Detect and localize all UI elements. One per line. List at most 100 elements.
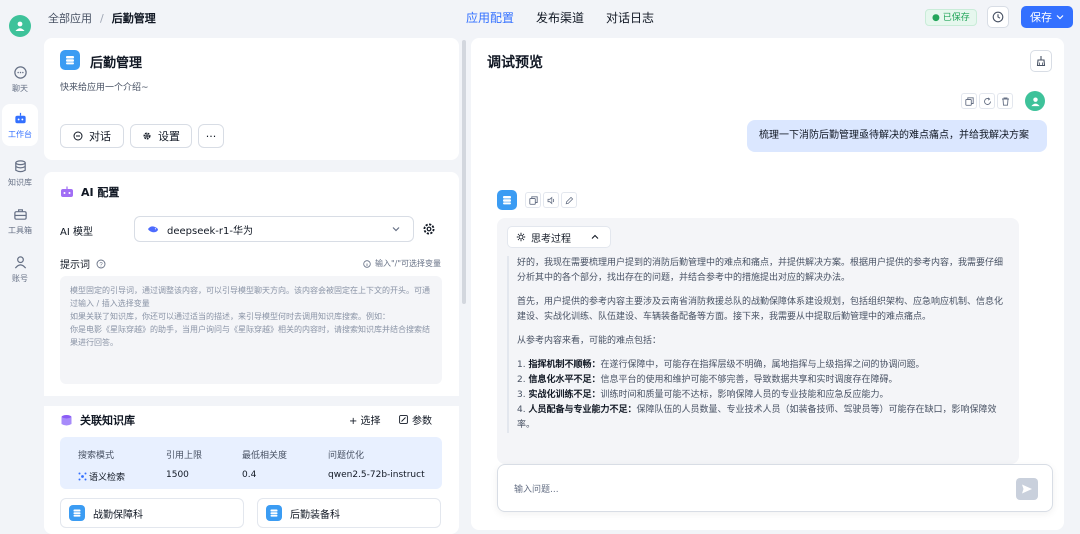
chat-button[interactable]: 对话 <box>60 124 124 148</box>
clear-chat-button[interactable] <box>1030 50 1052 72</box>
ai-config-title-text: AI 配置 <box>81 186 120 199</box>
think-paragraph: 从参考内容来看，可能的难点包括： <box>517 336 662 346</box>
app-intro[interactable]: 快来给应用一个介绍~ <box>60 80 149 93</box>
think-process-toggle[interactable]: 思考过程 <box>507 226 611 248</box>
list-item: 1. 指挥机制不顺畅：在遂行保障中，可能存在指挥层级不明确，属地指挥与上级指挥之… <box>517 360 925 370</box>
app-info-card: 后勤管理 快来给应用一个介绍~ 对话 设置 ··· <box>44 38 459 160</box>
save-button-label: 保存 <box>1030 11 1052 24</box>
edit-button[interactable] <box>561 192 577 208</box>
rail-item-label: 工具箱 <box>8 225 32 235</box>
kb-select-button[interactable]: + 选择 <box>349 412 381 427</box>
rail-item-chat[interactable]: 聊天 <box>2 58 38 100</box>
copy-button[interactable] <box>525 192 541 208</box>
delete-button[interactable] <box>997 93 1013 109</box>
more-button[interactable]: ··· <box>198 124 224 148</box>
person-icon <box>15 21 25 31</box>
dataset-item[interactable]: 战勤保障科 <box>60 498 244 528</box>
prompt-hint: 输入"/"可选择变量 <box>363 258 441 269</box>
chat-input[interactable]: 输入问题... <box>497 464 1053 512</box>
chat-button-label: 对话 <box>89 130 111 143</box>
dataset-icon <box>266 505 282 521</box>
rail-item-knowledge[interactable]: 知识库 <box>2 152 38 194</box>
save-button[interactable]: 保存 <box>1021 6 1073 28</box>
breadcrumb: 全部应用 / 后勤管理 <box>48 12 156 25</box>
tab-chat-log[interactable]: 对话日志 <box>606 9 654 29</box>
kb-value: 0.4 <box>242 470 257 480</box>
pencil-icon <box>565 196 573 204</box>
rail-item-account[interactable]: 账号 <box>2 248 38 290</box>
breadcrumb-root[interactable]: 全部应用 <box>48 12 92 25</box>
tab-app-config[interactable]: 应用配置 <box>466 9 514 29</box>
bot-answer: 思考过程 好的，我现在需要梳理用户提到的消防后勤管理中的难点和痛点，并提供解决方… <box>497 218 1019 464</box>
knowledge-base-title-text: 关联知识库 <box>80 414 135 427</box>
help-icon[interactable]: ? <box>96 259 106 269</box>
clock-icon <box>992 11 1004 23</box>
send-button[interactable] <box>1016 478 1038 500</box>
side-rail: 聊天 工作台 知识库 工具箱 账号 <box>0 0 40 534</box>
info-icon <box>363 259 371 268</box>
dataset-name: 后勤装备科 <box>290 509 340 521</box>
database-icon <box>61 414 72 425</box>
kb-search-params-table[interactable]: 搜索模式 引用上限 最低相关度 问题优化 语义检索 1500 0.4 qwen2… <box>60 437 442 489</box>
tab-publish-channel[interactable]: 发布渠道 <box>536 9 584 29</box>
chat-icon <box>13 65 27 79</box>
app-name: 后勤管理 <box>90 56 143 71</box>
database-icon <box>14 159 26 172</box>
rail-item-toolbox[interactable]: 工具箱 <box>2 200 38 242</box>
dataset-item[interactable]: 后勤装备科 <box>257 498 441 528</box>
rail-item-workbench[interactable]: 工作台 <box>2 104 38 146</box>
breadcrumb-current: 后勤管理 <box>111 12 156 25</box>
deepseek-whale-icon <box>148 226 158 233</box>
kb-header: 最低相关度 <box>242 451 288 461</box>
prompt-hint-text: 输入"/"可选择变量 <box>375 259 442 268</box>
kb-params-label: 参数 <box>412 416 432 427</box>
think-label: 思考过程 <box>531 233 571 245</box>
saved-status-badge: ● 已保存 <box>925 9 977 26</box>
user-avatar <box>1025 91 1045 111</box>
ai-config-panel: AI 配置 AI 模型 deepseek-r1-华为 提示词 ? 输入"/"可选… <box>44 172 459 534</box>
copy-button[interactable] <box>961 93 977 109</box>
app-icon <box>60 50 80 70</box>
bot-avatar <box>497 190 517 210</box>
settings-button[interactable]: 设置 <box>130 124 192 148</box>
prompt-label: 提示词 <box>60 260 90 271</box>
kb-header: 问题优化 <box>328 451 365 461</box>
app-database-icon <box>66 56 74 65</box>
rail-item-label: 知识库 <box>8 177 32 187</box>
trash-icon <box>1001 97 1009 106</box>
copy-icon <box>528 195 538 205</box>
send-icon <box>1022 484 1032 494</box>
kb-params-button[interactable]: 参数 <box>399 412 432 427</box>
history-button[interactable] <box>987 6 1009 28</box>
prompt-label-row: 提示词 ? <box>60 256 106 271</box>
kb-value: qwen2.5-72b-instruct <box>328 470 425 480</box>
prompt-placeholder-line: 如果关联了知识库，你还可以通过适当的描述，来引导模型何时去调用知识库搜索。例如： <box>70 312 390 321</box>
ai-config-title: AI 配置 <box>60 184 119 200</box>
kb-header: 搜索模式 <box>78 451 115 461</box>
toolbox-icon <box>13 208 27 220</box>
read-aloud-button[interactable] <box>543 192 559 208</box>
user-message-bubble: 梳理一下消防后勤管理亟待解决的难点痛点，并给我解决方案 <box>747 120 1047 152</box>
think-paragraph: 好的，我现在需要梳理用户提到的消防后勤管理中的难点和痛点，并提供解决方案。根据用… <box>517 258 1004 283</box>
chevron-down-icon <box>1056 15 1064 20</box>
more-icon: ··· <box>205 129 217 143</box>
think-paragraph: 首先，用户提供的参考内容主要涉及云南省消防救援总队的战勤保障体系建设规划，包括组… <box>517 297 1004 322</box>
prompt-textarea[interactable]: 模型固定的引导词，通过调整该内容，可以引导模型聊天方向。该内容会被固定在上下文的… <box>60 276 442 384</box>
bot-message-controls <box>525 192 577 208</box>
chat-input-placeholder: 输入问题... <box>514 485 559 495</box>
chat-icon <box>73 131 83 141</box>
person-icon <box>1030 96 1040 106</box>
think-content: 好的，我现在需要梳理用户提到的消防后勤管理中的难点和痛点，并提供解决方案。根据用… <box>507 256 1007 433</box>
ai-model-select[interactable]: deepseek-r1-华为 <box>134 216 414 242</box>
dataset-name: 战勤保障科 <box>93 509 143 521</box>
gear-icon <box>423 223 435 235</box>
model-settings-button[interactable] <box>422 222 436 239</box>
robot-icon <box>61 186 73 197</box>
chevron-down-icon <box>392 227 400 232</box>
copy-icon <box>964 96 974 106</box>
edit-icon <box>399 415 408 424</box>
config-scrollbar[interactable] <box>462 40 466 304</box>
user-avatar-logo[interactable] <box>9 15 31 37</box>
preview-title: 调试预览 <box>487 55 543 71</box>
retry-button[interactable] <box>979 93 995 109</box>
